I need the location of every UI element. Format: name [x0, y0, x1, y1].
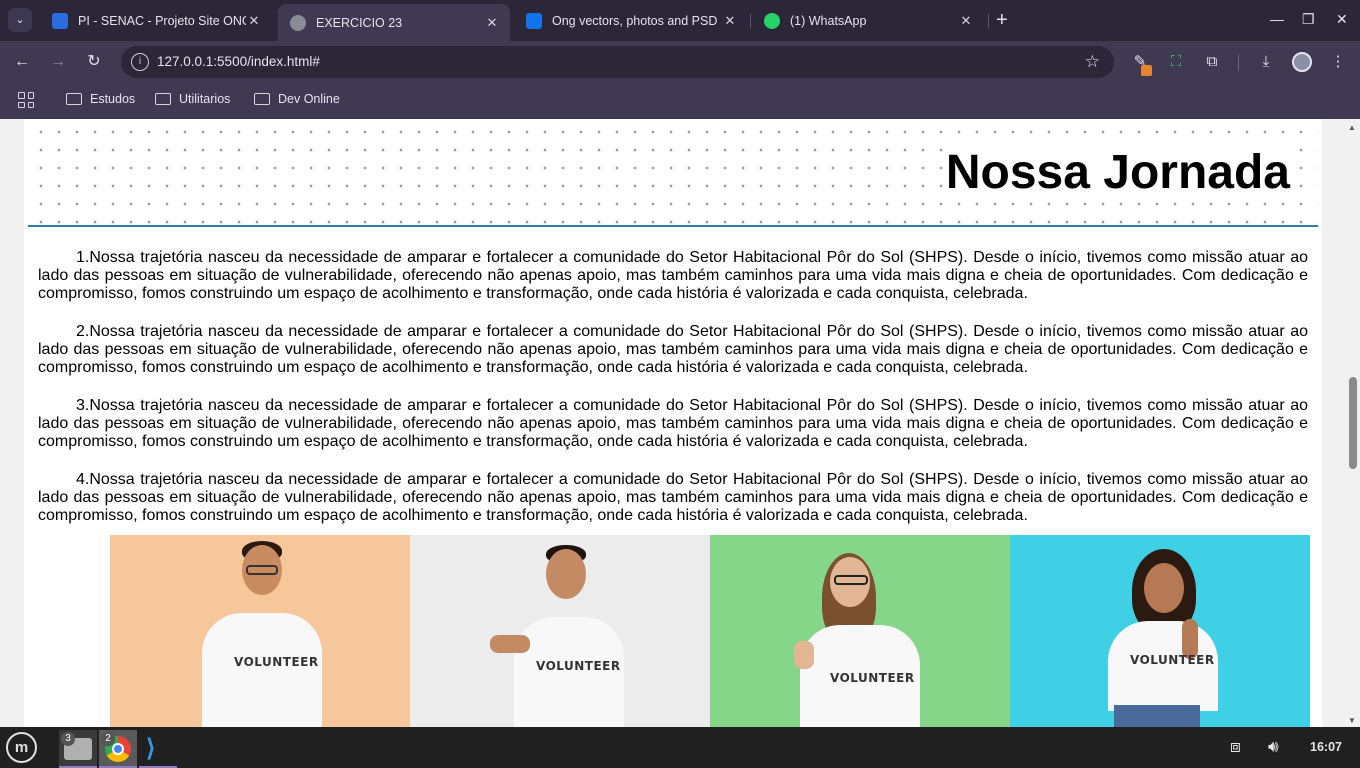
globe-favicon-icon: [290, 14, 306, 31]
bookmark-label: Utilitarios: [179, 92, 231, 106]
taskbar-chrome-app[interactable]: 2: [99, 730, 137, 768]
network-icon[interactable]: ⧈: [1230, 737, 1241, 757]
tab-separator: [750, 14, 751, 28]
page-title: Nossa Jornada: [943, 145, 1292, 201]
maximize-icon[interactable]: ❐: [1302, 11, 1315, 28]
bookmark-folder-dev-online[interactable]: Dev Online: [254, 92, 340, 106]
journey-paragraph-4: 4.Nossa trajetória nasceu da necessidade…: [38, 471, 1308, 524]
tab-separator: [988, 14, 989, 28]
download-icon[interactable]: ⤓: [1256, 52, 1276, 72]
os-taskbar: m 3 2 ⟩ ⧈ 🔊︎ 16:07: [0, 727, 1360, 768]
tab-close-icon[interactable]: ✕: [722, 13, 738, 29]
tab-title: PI - SENAC - Projeto Site ONG: [78, 13, 246, 28]
tab-close-icon[interactable]: ✕: [246, 13, 262, 29]
page-scrollbar[interactable]: ▲ ▼: [1345, 119, 1360, 727]
reload-icon[interactable]: ↻: [83, 51, 105, 73]
scroll-down-icon[interactable]: ▼: [1348, 716, 1356, 725]
apps-grid-icon[interactable]: [18, 92, 34, 108]
bookmark-folder-utilitarios[interactable]: Utilitarios: [155, 92, 230, 106]
tab-bar: ⌄ PI - SENAC - Projeto Site ONG ✕ EXERCI…: [0, 0, 1360, 41]
tab-title: Ong vectors, photos and PSD: [552, 13, 718, 28]
extension-badge-icon: [1141, 65, 1152, 76]
journey-paragraph-3: 3.Nossa trajetória nasceu da necessidade…: [38, 397, 1308, 450]
tab-ong-vectors[interactable]: Ong vectors, photos and PSD ✕: [514, 4, 748, 37]
profile-avatar-icon[interactable]: [1292, 52, 1312, 72]
vscode-icon: ⟩: [146, 735, 156, 762]
extensions-puzzle-icon[interactable]: ⧉: [1202, 52, 1222, 72]
bookmark-label: Dev Online: [278, 92, 340, 106]
journey-paragraph-1: 1.Nossa trajetória nasceu da necessidade…: [38, 249, 1308, 302]
tab-title: EXERCICIO 23: [316, 15, 403, 30]
clock[interactable]: 16:07: [1310, 740, 1342, 754]
bookmark-label: Estudos: [90, 92, 136, 106]
scrollbar-thumb[interactable]: [1349, 377, 1357, 469]
volunteer-photo: VOLUNTEER: [710, 535, 1010, 727]
volume-icon[interactable]: 🔊︎: [1268, 737, 1279, 757]
freepik-favicon-icon: [526, 12, 542, 29]
trello-favicon-icon: [52, 12, 68, 29]
bookmark-star-icon[interactable]: ☆: [1085, 52, 1100, 72]
page-body: Nossa Jornada 1.Nossa trajetória nasceu …: [24, 119, 1322, 727]
toolbar-divider: [1238, 55, 1239, 71]
whatsapp-favicon-icon: [764, 12, 780, 29]
scroll-up-icon[interactable]: ▲: [1348, 123, 1356, 132]
folder-icon: [66, 93, 82, 105]
window-count-badge: 3: [61, 732, 75, 746]
window-count-badge: 2: [101, 732, 115, 746]
minimize-icon[interactable]: —: [1270, 11, 1284, 27]
taskbar-files-app[interactable]: 3: [59, 730, 97, 768]
address-bar[interactable]: i 127.0.0.1:5500/index.html# ☆: [121, 46, 1114, 78]
close-window-icon[interactable]: ✕: [1336, 11, 1348, 28]
tab-exercicio-23[interactable]: EXERCICIO 23 ✕: [278, 4, 510, 41]
url-text[interactable]: 127.0.0.1:5500/index.html#: [157, 54, 320, 69]
linux-mint-menu-icon[interactable]: m: [6, 732, 37, 763]
hero-dotted-banner: Nossa Jornada: [28, 119, 1318, 227]
volunteer-photo: VOLUNTEER: [410, 535, 710, 727]
tab-whatsapp[interactable]: (1) WhatsApp ✕: [752, 4, 984, 37]
folder-icon: [155, 93, 171, 105]
volunteer-photo: VOLUNTEER: [110, 535, 410, 727]
bookmark-folder-estudos[interactable]: Estudos: [66, 92, 135, 106]
forward-arrow-icon[interactable]: →: [47, 51, 69, 73]
journey-paragraph-2: 2.Nossa trajetória nasceu da necessidade…: [38, 323, 1308, 376]
tab-close-icon[interactable]: ✕: [484, 15, 500, 31]
tab-search-button[interactable]: ⌄: [8, 8, 32, 32]
new-tab-button[interactable]: +: [996, 10, 1008, 30]
menu-dots-icon[interactable]: ⋮: [1328, 52, 1348, 72]
site-info-icon[interactable]: i: [131, 53, 149, 71]
tab-title: (1) WhatsApp: [790, 13, 867, 28]
page-viewport: Nossa Jornada 1.Nossa trajetória nasceu …: [0, 119, 1360, 727]
tab-pi-senac[interactable]: PI - SENAC - Projeto Site ONG ✕: [40, 4, 272, 37]
volunteer-photo: VOLUNTEER: [1010, 535, 1310, 727]
screenshot-extension-icon[interactable]: ⛶: [1166, 52, 1186, 72]
browser-toolbar: ← → ↻ i 127.0.0.1:5500/index.html# ☆ ✎ ⛶…: [0, 41, 1360, 83]
back-arrow-icon[interactable]: ←: [11, 51, 33, 73]
tab-close-icon[interactable]: ✕: [958, 13, 974, 29]
volunteer-photo-strip: VOLUNTEER VOLUNTEER VOLUNTEER VOLUNTEER: [110, 535, 1310, 727]
taskbar-vscode-app[interactable]: ⟩: [139, 730, 177, 768]
folder-icon: [254, 93, 270, 105]
